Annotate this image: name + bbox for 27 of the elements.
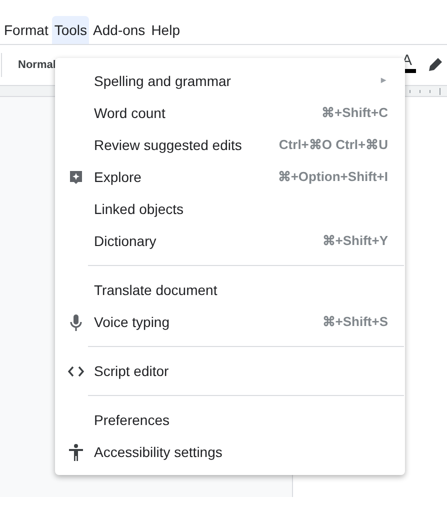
shortcut-text: Ctrl+⌘O Ctrl+⌘U	[278, 136, 388, 154]
shortcut-text: ⌘+Shift+S	[322, 313, 388, 332]
menu-item[interactable]: Word count ⌘+Shift+C	[55, 97, 405, 129]
menu-item[interactable]: Translate document	[55, 274, 405, 306]
menu-item[interactable]: Spelling and grammar ►	[55, 65, 405, 97]
menu-bar-item[interactable]: Add-ons	[91, 16, 148, 44]
explore-icon	[69, 170, 83, 184]
menu-item[interactable]: Script editor	[55, 355, 405, 387]
menu-bar-item[interactable]: Format	[2, 16, 50, 44]
menu-bar-item[interactable]: Help	[149, 16, 182, 44]
menu-item[interactable]: Preferences	[55, 404, 405, 436]
shortcut-text: ⌘+Shift+C	[322, 104, 388, 122]
highlighter-icon[interactable]	[427, 57, 443, 73]
menu-item[interactable]: Voice typing ⌘+Shift+S	[55, 306, 405, 338]
submenu-arrow: ►	[379, 74, 388, 88]
accessibility-icon	[68, 444, 84, 460]
menu-item[interactable]: Review suggested edits Ctrl+⌘O Ctrl+⌘U	[55, 129, 405, 161]
menu-bar-item[interactable]: Tools	[52, 16, 90, 44]
shortcut-text: ⌘+Option+Shift+I	[278, 168, 388, 186]
menu-item[interactable]: Dictionary ⌘+Shift+Y	[55, 225, 405, 257]
menu-item[interactable]: Explore ⌘+Option+Shift+I	[55, 161, 405, 193]
code-icon	[68, 366, 84, 376]
microphone-icon	[70, 314, 82, 330]
style-select[interactable]: Normal	[18, 56, 56, 74]
menu-item[interactable]: Linked objects	[55, 193, 405, 225]
menu-item[interactable]: Accessibility settings	[55, 436, 405, 468]
shortcut-text: ⌘+Shift+Y	[322, 232, 388, 250]
